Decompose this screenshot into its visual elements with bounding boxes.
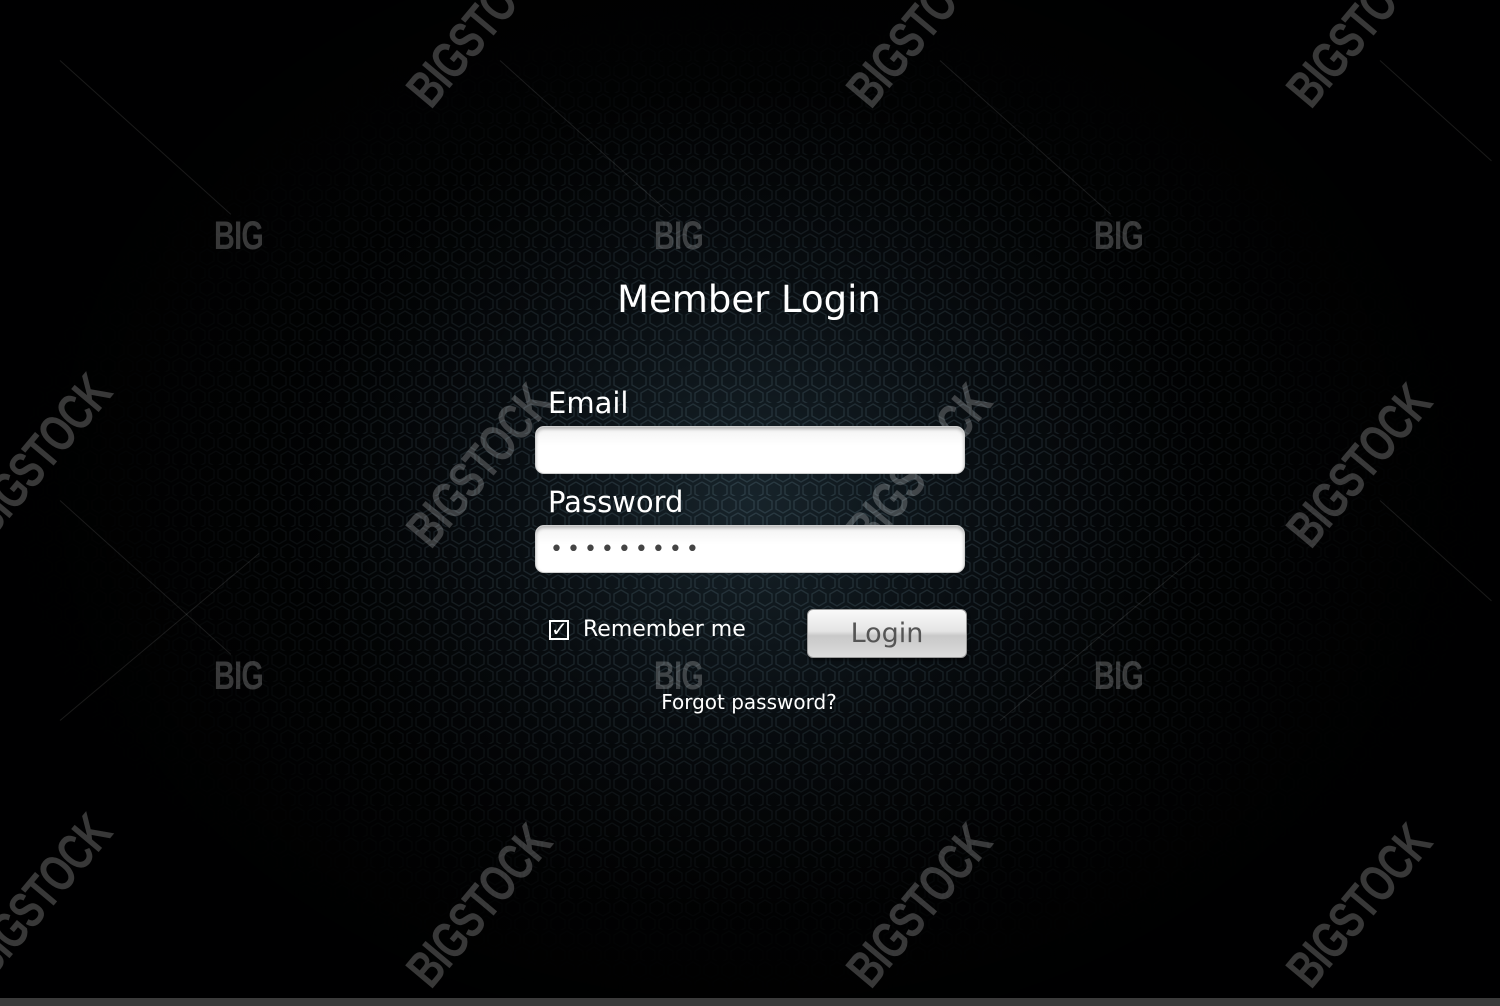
- password-field[interactable]: [535, 525, 965, 573]
- checkbox-checked-icon[interactable]: ✓: [549, 619, 569, 640]
- forgot-password-link[interactable]: Forgot password?: [560, 690, 938, 714]
- login-button[interactable]: Login: [807, 609, 967, 658]
- remember-me-label: Remember me: [583, 617, 746, 642]
- email-label: Email: [548, 386, 629, 420]
- hexagon-mesh-background: [0, 0, 1500, 1006]
- page-title: Member Login: [617, 278, 881, 321]
- password-label: Password: [548, 485, 684, 519]
- email-field[interactable]: [535, 426, 965, 474]
- bottom-border: [0, 998, 1500, 1006]
- login-screen: BIG BIG BIG BIG BIG BIG BIGSTOCK BIGSTOC…: [0, 0, 1500, 1006]
- remember-me-checkbox[interactable]: ✓ Remember me: [549, 617, 746, 642]
